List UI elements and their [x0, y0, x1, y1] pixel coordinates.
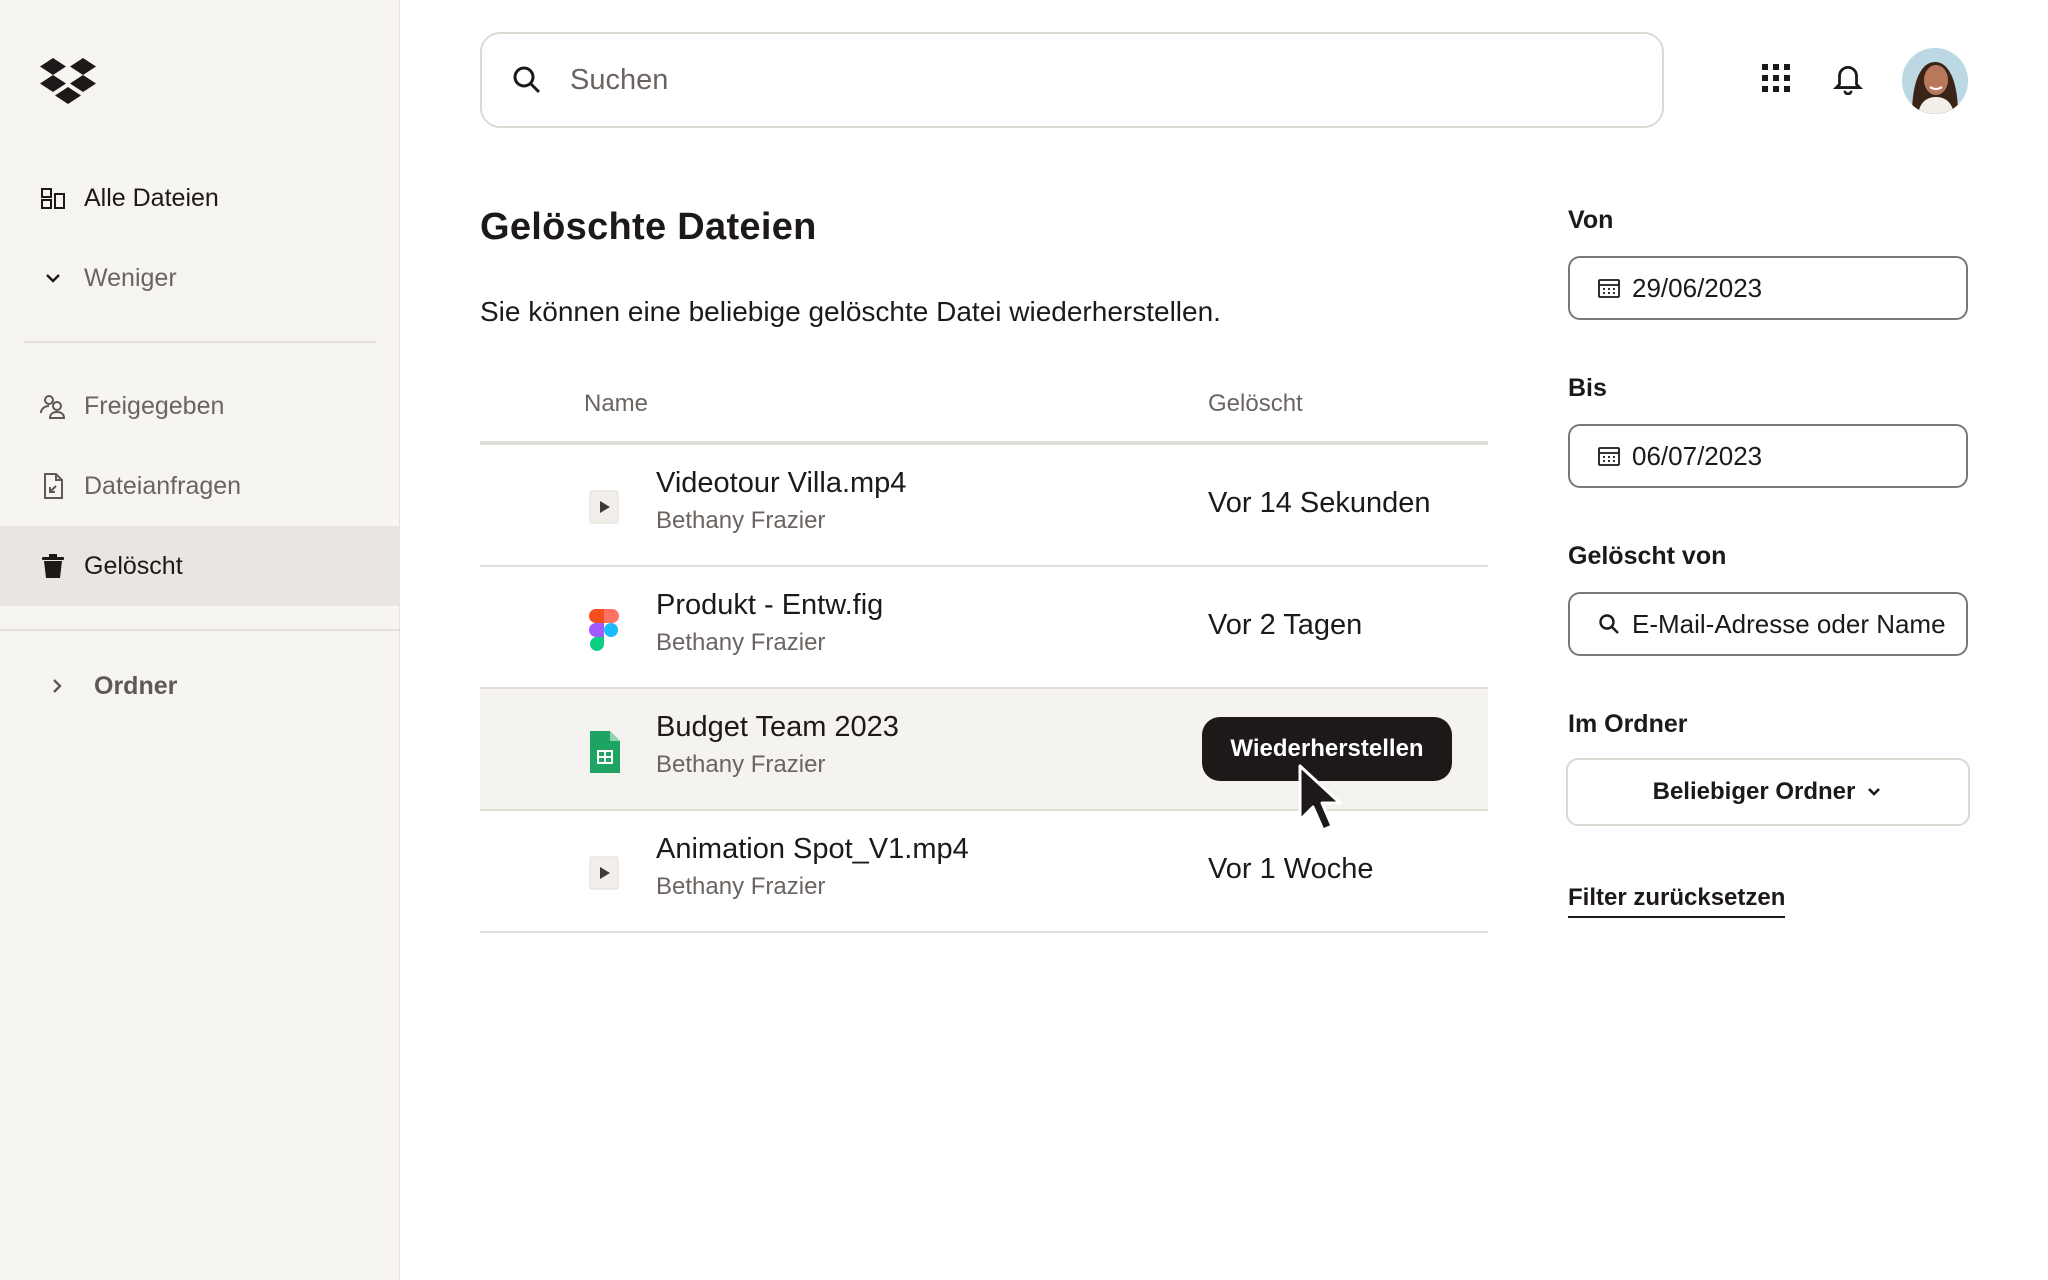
search-bar[interactable] [480, 32, 1664, 128]
filter-deleted-by-label: Gelöscht von [1568, 542, 1727, 570]
sidebar-item-less-toggle[interactable]: Weniger [0, 238, 400, 318]
sidebar-item-label: Weniger [84, 263, 177, 292]
figma-file-icon [584, 607, 624, 653]
filter-folder-label: Im Ordner [1568, 710, 1688, 738]
bell-icon[interactable] [1828, 58, 1868, 98]
sidebar-item-all-files[interactable]: Alle Dateien [0, 158, 400, 238]
sidebar-item-label: Dateianfragen [84, 471, 242, 500]
search-icon [513, 66, 541, 94]
folder-select-value: Beliebiger Ordner [1652, 778, 1856, 805]
sidebar-item-deleted[interactable]: Gelöscht [0, 526, 400, 606]
file-request-icon [36, 469, 70, 503]
dropbox-logo[interactable] [38, 56, 98, 106]
sidebar-item-label: Freigegeben [84, 391, 225, 420]
calendar-icon [1598, 279, 1620, 298]
column-header-name[interactable]: Name [584, 390, 648, 418]
file-name[interactable]: Budget Team 2023 [656, 711, 899, 744]
file-owner: Bethany Frazier [656, 873, 826, 900]
filter-from-label: Von [1568, 206, 1614, 234]
sidebar-item-file-requests[interactable]: Dateianfragen [0, 446, 400, 526]
deleted-time: Vor 14 Sekunden [1208, 487, 1431, 519]
sidebar: Alle Dateien Weniger Freigegeben Dateian… [0, 0, 400, 1280]
chevron-right-icon [40, 669, 74, 703]
deleted-by-input[interactable] [1632, 608, 1962, 640]
date-to-field[interactable]: 06/07/2023 [1568, 424, 1968, 488]
deleted-time: Vor 1 Woche [1208, 853, 1374, 885]
page-description: Sie können eine beliebige gelöschte Date… [480, 296, 1221, 327]
video-file-icon [584, 485, 624, 531]
apps-grid-icon[interactable] [1756, 58, 1796, 98]
sidebar-item-label: Gelöscht [84, 551, 183, 580]
search-icon [1599, 614, 1619, 634]
sidebar-divider [0, 629, 400, 631]
sidebar-item-label: Alle Dateien [84, 183, 219, 212]
file-name[interactable]: Produkt - Entw.fig [656, 589, 883, 622]
mouse-cursor-icon [1298, 764, 1342, 832]
calendar-icon [1598, 447, 1620, 466]
date-to-value: 06/07/2023 [1632, 440, 1763, 471]
sidebar-item-folders[interactable]: Ordner [0, 646, 400, 726]
file-owner: Bethany Frazier [656, 751, 826, 778]
all-files-icon [36, 181, 70, 215]
sidebar-divider [24, 341, 376, 343]
date-from-field[interactable]: 29/06/2023 [1568, 256, 1968, 320]
filter-to-label: Bis [1568, 374, 1607, 402]
reset-filters-link[interactable]: Filter zurücksetzen [1568, 884, 1786, 918]
file-name[interactable]: Videotour Villa.mp4 [656, 467, 906, 500]
search-input[interactable] [570, 63, 1570, 97]
table-row[interactable]: Videotour Villa.mp4 Bethany Frazier Vor … [480, 445, 1488, 567]
column-header-deleted[interactable]: Gelöscht [1208, 390, 1303, 418]
folder-select[interactable]: Beliebiger Ordner [1566, 758, 1970, 826]
page-title: Gelöschte Dateien [480, 206, 817, 248]
sidebar-item-shared[interactable]: Freigegeben [0, 366, 400, 446]
deleted-time: Vor 2 Tagen [1208, 609, 1363, 641]
trash-icon [36, 549, 70, 583]
sidebar-folders-label: Ordner [94, 671, 178, 700]
chevron-down-icon [36, 261, 70, 295]
spreadsheet-file-icon [584, 729, 624, 775]
table-row[interactable]: Produkt - Entw.fig Bethany Frazier Vor 2… [480, 567, 1488, 689]
file-owner: Bethany Frazier [656, 507, 826, 534]
deleted-by-field[interactable] [1568, 592, 1968, 656]
file-name[interactable]: Animation Spot_V1.mp4 [656, 833, 969, 866]
date-from-value: 29/06/2023 [1632, 272, 1763, 303]
chevron-down-icon [1868, 788, 1881, 796]
avatar[interactable] [1902, 48, 1968, 114]
video-file-icon [584, 851, 624, 897]
shared-icon [36, 389, 70, 423]
file-owner: Bethany Frazier [656, 629, 826, 656]
